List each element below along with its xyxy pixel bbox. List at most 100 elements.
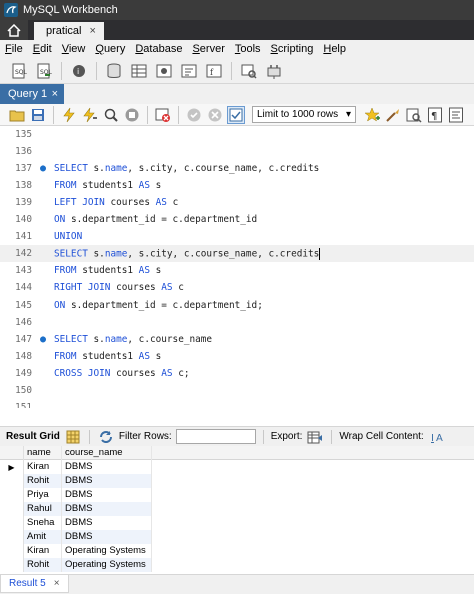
cell-course-name[interactable]: DBMS <box>62 530 152 544</box>
menu-item-tools[interactable]: Tools <box>230 43 266 55</box>
table-row[interactable]: Rahul DBMS <box>0 502 474 516</box>
home-button[interactable] <box>0 20 28 40</box>
invisible-chars-icon[interactable]: ¶ <box>426 106 444 124</box>
table-row[interactable]: ▶ Kiran DBMS <box>0 460 474 474</box>
current-row-arrow-icon[interactable]: ▶ <box>0 460 24 474</box>
code-line[interactable]: 137 ● SELECT s.name, s.city, c.course_name… <box>0 160 474 177</box>
menu-item-file[interactable]: File <box>0 43 28 55</box>
code-line[interactable]: 136 <box>0 143 474 160</box>
find-panel-icon[interactable] <box>405 106 423 124</box>
cell-name[interactable]: Amit <box>24 530 62 544</box>
save-icon[interactable] <box>29 106 47 124</box>
code-line[interactable]: 140 ON s.department_id = c.department_id <box>0 211 474 228</box>
code-line[interactable]: 149 CROSS JOIN courses AS c; <box>0 365 474 382</box>
create-view-icon[interactable] <box>153 60 175 82</box>
code-line[interactable]: 142 SELECT s.name, s.city, c.course_name,… <box>0 245 474 263</box>
refresh-icon[interactable] <box>97 428 115 446</box>
explain-icon[interactable] <box>102 106 120 124</box>
commit-icon[interactable] <box>185 106 203 124</box>
row-selector[interactable] <box>0 558 24 572</box>
result-grid[interactable]: name course_name ▶ Kiran DBMS Rohit DBMS Priya D… <box>0 446 474 574</box>
cell-name[interactable]: Rahul <box>24 502 62 516</box>
beautify-icon[interactable] <box>384 106 402 124</box>
menu-item-view[interactable]: View <box>57 43 91 55</box>
close-icon[interactable]: × <box>89 25 95 37</box>
grid-view-icon[interactable] <box>64 428 82 446</box>
code-line[interactable]: 143 FROM students1 AS s <box>0 262 474 279</box>
code-line[interactable]: 139 LEFT JOIN courses AS c <box>0 194 474 211</box>
table-row[interactable]: Priya DBMS <box>0 488 474 502</box>
row-selector[interactable] <box>0 488 24 502</box>
column-header-name[interactable]: name <box>24 446 62 460</box>
menu-item-help[interactable]: Help <box>318 43 351 55</box>
menu-item-scripting[interactable]: Scripting <box>266 43 319 55</box>
table-row[interactable]: Sneha DBMS <box>0 516 474 530</box>
tab-result-5[interactable]: Result 5 × <box>0 575 69 593</box>
row-selector[interactable] <box>0 502 24 516</box>
cell-course-name[interactable]: Operating Systems <box>62 544 152 558</box>
code-line[interactable]: 150 <box>0 382 474 399</box>
cell-name[interactable]: Kiran <box>24 460 62 474</box>
menu-item-edit[interactable]: Edit <box>28 43 57 55</box>
row-selector[interactable] <box>0 474 24 488</box>
menu-item-query[interactable]: Query <box>90 43 130 55</box>
reconnect-icon[interactable] <box>263 60 285 82</box>
close-icon[interactable]: × <box>52 88 58 100</box>
cell-name[interactable]: Rohit <box>24 474 62 488</box>
wrap-text-icon[interactable]: IA <box>428 428 446 446</box>
cell-course-name[interactable]: DBMS <box>62 488 152 502</box>
column-header-course-name[interactable]: course_name <box>62 446 152 460</box>
cell-name[interactable]: Kiran <box>24 544 62 558</box>
tab-query-1[interactable]: Query 1 × <box>0 84 64 104</box>
create-function-icon[interactable]: f <box>203 60 225 82</box>
create-table-icon[interactable] <box>128 60 150 82</box>
add-snippet-icon[interactable] <box>363 106 381 124</box>
execute-current-icon[interactable] <box>81 106 99 124</box>
new-sql-tab-icon[interactable]: SQL <box>8 60 30 82</box>
search-table-data-icon[interactable] <box>238 60 260 82</box>
code-line[interactable]: 151 <box>0 399 474 408</box>
menu-item-server[interactable]: Server <box>187 43 229 55</box>
cell-name[interactable]: Sneha <box>24 516 62 530</box>
rollback-icon[interactable] <box>206 106 224 124</box>
code-line[interactable]: 138 FROM students1 AS s <box>0 177 474 194</box>
cell-name[interactable]: Rohit <box>24 558 62 572</box>
menu-item-database[interactable]: Database <box>130 43 187 55</box>
code-line[interactable]: 141 UNION <box>0 228 474 245</box>
toggle-error-stop-icon[interactable] <box>154 106 172 124</box>
row-selector[interactable] <box>0 530 24 544</box>
cell-course-name[interactable]: DBMS <box>62 516 152 530</box>
cell-course-name[interactable]: Operating Systems <box>62 558 152 572</box>
limit-rows-select[interactable]: Limit to 1000 rows ▾ <box>252 106 356 123</box>
connection-tab-pratical[interactable]: pratical × <box>34 22 104 40</box>
code-line[interactable]: 135 <box>0 126 474 143</box>
export-icon[interactable] <box>306 428 324 446</box>
table-row[interactable]: Kiran Operating Systems <box>0 544 474 558</box>
cell-course-name[interactable]: DBMS <box>62 474 152 488</box>
code-line[interactable]: 146 <box>0 314 474 331</box>
row-selector[interactable] <box>0 516 24 530</box>
table-row[interactable]: Rohit DBMS <box>0 474 474 488</box>
row-selector[interactable] <box>0 544 24 558</box>
create-schema-icon[interactable] <box>103 60 125 82</box>
sql-editor[interactable]: 135 136 137 ● SELECT s.name, s.city, c.cours… <box>0 126 474 408</box>
cell-name[interactable]: Priya <box>24 488 62 502</box>
word-wrap-icon[interactable] <box>447 106 465 124</box>
code-line[interactable]: 144 RIGHT JOIN courses AS c <box>0 279 474 296</box>
stop-icon[interactable] <box>123 106 141 124</box>
cell-course-name[interactable]: DBMS <box>62 460 152 474</box>
close-icon[interactable]: × <box>54 578 60 589</box>
open-file-icon[interactable] <box>8 106 26 124</box>
filter-rows-input[interactable] <box>175 429 256 444</box>
inspector-icon[interactable]: i <box>68 60 90 82</box>
open-sql-script-icon[interactable]: SQL <box>33 60 55 82</box>
code-line[interactable]: 145 ON s.department_id = c.department_id; <box>0 297 474 314</box>
execute-icon[interactable] <box>60 106 78 124</box>
table-row[interactable]: Amit DBMS <box>0 530 474 544</box>
table-row[interactable]: Rohit Operating Systems <box>0 558 474 572</box>
create-procedure-icon[interactable] <box>178 60 200 82</box>
code-line[interactable]: 147 ● SELECT s.name, c.course_name <box>0 331 474 348</box>
code-line[interactable]: 148 FROM students1 AS s <box>0 348 474 365</box>
cell-course-name[interactable]: DBMS <box>62 502 152 516</box>
result-grid-label[interactable]: Result Grid <box>6 431 60 442</box>
